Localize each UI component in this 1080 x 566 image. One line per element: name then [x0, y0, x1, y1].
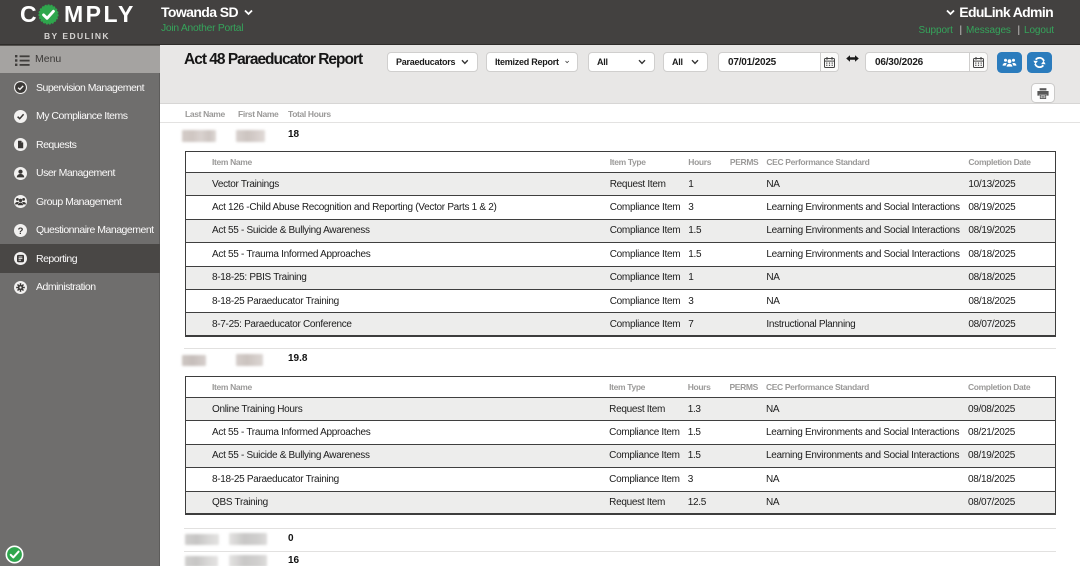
svg-text:?: ? [18, 225, 24, 236]
